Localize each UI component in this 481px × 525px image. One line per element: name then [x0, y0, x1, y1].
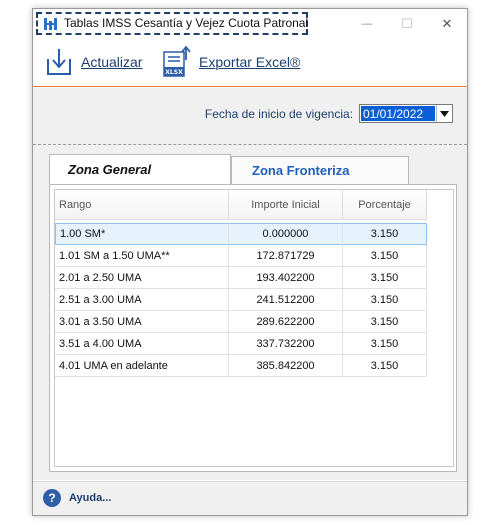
column-header-rango[interactable]: Rango: [55, 190, 229, 220]
close-icon: ✕: [441, 16, 453, 31]
date-filter: Fecha de inicio de vigencia: 01/01/2022: [205, 104, 453, 123]
cell-importe: 172.871729: [229, 245, 343, 267]
help-button[interactable]: ? Ayuda...: [43, 489, 111, 507]
table-row[interactable]: 3.51 a 4.00 UMA 337.732200 3.150: [55, 333, 427, 355]
rates-table[interactable]: Rango Importe Inicial Porcentaje 1.00 SM…: [54, 189, 454, 467]
help-icon: ?: [43, 489, 61, 507]
cell-rango: 1.00 SM*: [55, 223, 229, 245]
tab-zona-fronteriza[interactable]: Zona Fronteriza: [231, 156, 409, 184]
help-label: Ayuda...: [69, 492, 112, 504]
minimize-button[interactable]: —: [347, 9, 387, 39]
date-value: 01/01/2022: [361, 106, 435, 121]
maximize-icon: ☐: [401, 16, 413, 31]
download-tray-icon: [47, 49, 71, 75]
cell-importe: 289.622200: [229, 311, 343, 333]
export-label: Exportar Excel®: [199, 54, 301, 70]
cell-importe: 337.732200: [229, 333, 343, 355]
cell-importe: 241.512200: [229, 289, 343, 311]
app-icon: [44, 18, 57, 30]
cell-importe: 193.402200: [229, 267, 343, 289]
close-button[interactable]: ✕: [427, 9, 467, 39]
cell-rango: 2.01 a 2.50 UMA: [55, 267, 229, 289]
table-row[interactable]: 4.01 UMA en adelante 385.842200 3.150: [55, 355, 427, 377]
minimize-icon: —: [361, 18, 373, 30]
chevron-down-icon[interactable]: [436, 105, 452, 122]
export-excel-button[interactable]: XLSX Exportar Excel®: [161, 45, 300, 79]
cell-rango: 4.01 UMA en adelante: [55, 355, 229, 377]
cell-porcentaje: 3.150: [343, 289, 427, 311]
cell-porcentaje: 3.150: [343, 311, 427, 333]
tab-zona-general[interactable]: Zona General: [49, 154, 231, 184]
refresh-button[interactable]: Actualizar: [45, 45, 142, 79]
cell-rango: 3.01 a 3.50 UMA: [55, 311, 229, 333]
title-bar[interactable]: Tablas IMSS Cesantía y Vejez Cuota Patro…: [33, 9, 467, 39]
cell-porcentaje: 3.150: [343, 245, 427, 267]
table-row[interactable]: 1.00 SM* 0.000000 3.150: [55, 223, 427, 245]
cell-porcentaje: 3.150: [343, 267, 427, 289]
app-window: Tablas IMSS Cesantía y Vejez Cuota Patro…: [32, 8, 468, 516]
cell-rango: 3.51 a 4.00 UMA: [55, 333, 229, 355]
refresh-label: Actualizar: [81, 54, 143, 70]
table-row[interactable]: 2.51 a 3.00 UMA 241.512200 3.150: [55, 289, 427, 311]
status-bar: ? Ayuda...: [33, 481, 467, 515]
cell-rango: 1.01 SM a 1.50 UMA**: [55, 245, 229, 267]
xlsx-badge: XLSX: [165, 69, 183, 76]
tab-panel: Rango Importe Inicial Porcentaje 1.00 SM…: [49, 184, 457, 472]
table-row[interactable]: 2.01 a 2.50 UMA 193.402200 3.150: [55, 267, 427, 289]
cell-rango: 2.51 a 3.00 UMA: [55, 289, 229, 311]
table-body: 1.00 SM* 0.000000 3.150 1.01 SM a 1.50 U…: [55, 223, 427, 377]
cell-porcentaje: 3.150: [343, 333, 427, 355]
column-header-importe[interactable]: Importe Inicial: [229, 190, 343, 220]
cell-importe: 0.000000: [229, 223, 343, 245]
zone-tabs: Zona General Zona Fronteriza: [49, 154, 449, 184]
excel-export-icon: XLSX: [163, 46, 191, 77]
cell-porcentaje: 3.150: [343, 355, 427, 377]
date-label: Fecha de inicio de vigencia:: [204, 106, 353, 121]
maximize-button[interactable]: ☐: [387, 9, 427, 39]
cell-importe: 385.842200: [229, 355, 343, 377]
toolbar: Actualizar XLSX Exportar Excel®: [33, 39, 467, 87]
tab-label: Zona Fronteriza: [252, 163, 350, 178]
main-content: Fecha de inicio de vigencia: 01/01/2022 …: [33, 88, 467, 480]
tab-label: Zona General: [68, 162, 152, 177]
date-select[interactable]: 01/01/2022: [359, 104, 453, 123]
separator: [33, 144, 467, 145]
column-header-porcentaje[interactable]: Porcentaje: [343, 190, 427, 220]
window-title: Tablas IMSS Cesantía y Vejez Cuota Patro…: [64, 16, 309, 30]
table-header: Rango Importe Inicial Porcentaje: [55, 190, 427, 220]
cell-porcentaje: 3.150: [343, 223, 427, 245]
table-row[interactable]: 1.01 SM a 1.50 UMA** 172.871729 3.150: [55, 245, 427, 267]
table-row[interactable]: 3.01 a 3.50 UMA 289.622200 3.150: [55, 311, 427, 333]
